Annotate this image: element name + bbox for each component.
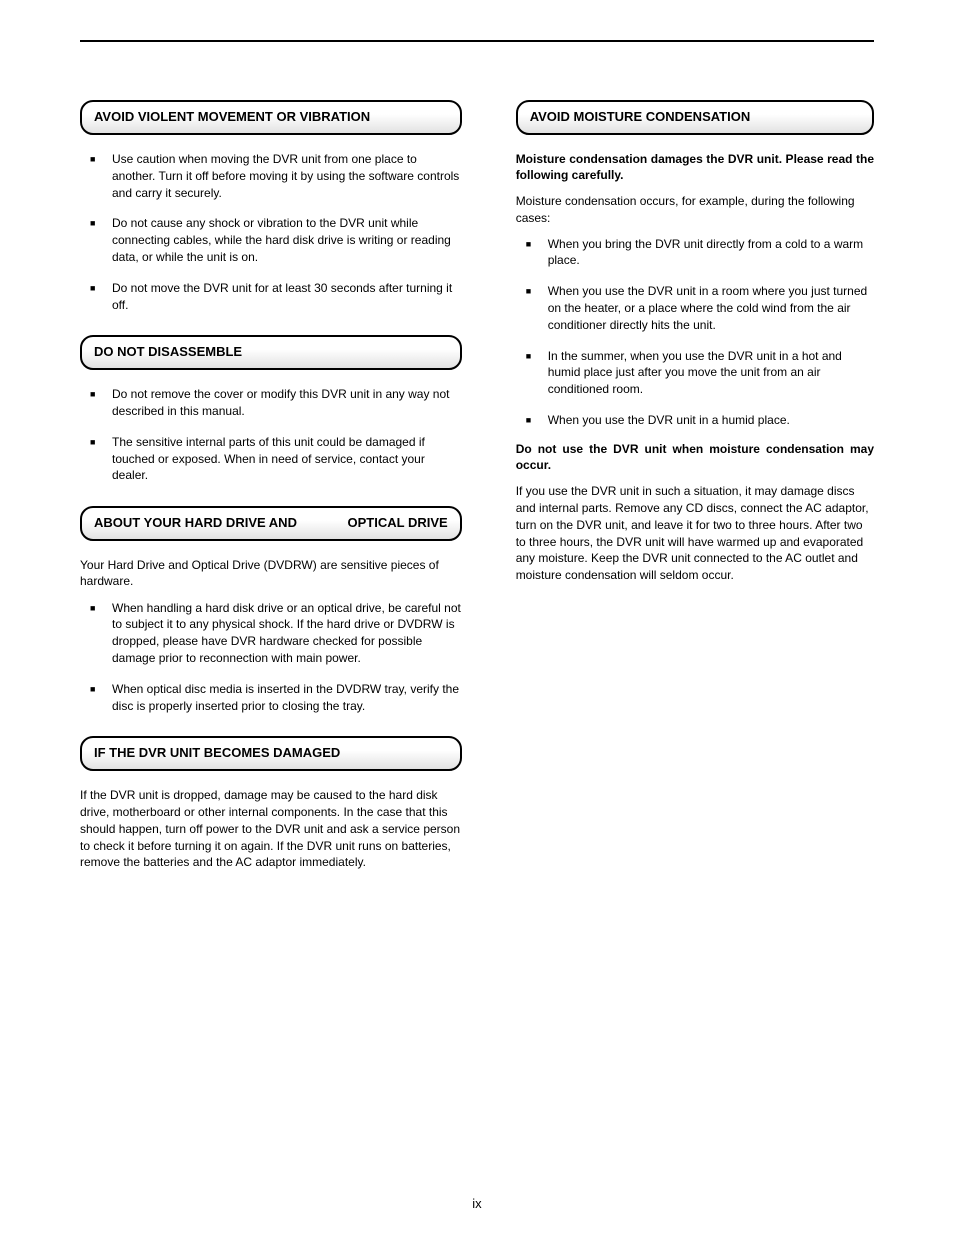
- list-item: Do not remove the cover or modify this D…: [90, 386, 462, 420]
- if-damaged-text: If the DVR unit is dropped, damage may b…: [80, 787, 462, 871]
- moisture-list: When you bring the DVR unit directly fro…: [516, 236, 874, 429]
- about-drive-list: When handling a hard disk drive or an op…: [80, 600, 462, 715]
- avoid-movement-list: Use caution when moving the DVR unit fro…: [80, 151, 462, 313]
- list-item: Do not move the DVR unit for at least 30…: [90, 280, 462, 314]
- list-item: When optical disc media is inserted in t…: [90, 681, 462, 715]
- left-column: AVOID VIOLENT MOVEMENT OR VIBRATION Use …: [80, 78, 462, 871]
- moisture-warn: Do not use the DVR unit when moisture co…: [516, 441, 874, 473]
- moisture-intro: Moisture condensation occurs, for exampl…: [516, 193, 874, 225]
- list-item: The sensitive internal parts of this uni…: [90, 434, 462, 484]
- list-item: When you use the DVR unit in a humid pla…: [526, 412, 874, 429]
- do-not-disassemble-header: DO NOT DISASSEMBLE: [80, 335, 462, 370]
- list-item: When you use the DVR unit in a room wher…: [526, 283, 874, 333]
- moisture-lead: Moisture condensation damages the DVR un…: [516, 151, 874, 183]
- moisture-follow: If you use the DVR unit in such a situat…: [516, 483, 874, 584]
- list-item: In the summer, when you use the DVR unit…: [526, 348, 874, 398]
- page-rule: [80, 40, 874, 42]
- list-item: Use caution when moving the DVR unit fro…: [90, 151, 462, 201]
- columns: AVOID VIOLENT MOVEMENT OR VIBRATION Use …: [80, 78, 874, 871]
- about-drive-intro: Your Hard Drive and Optical Drive (DVDRW…: [80, 557, 462, 589]
- avoid-movement-header: AVOID VIOLENT MOVEMENT OR VIBRATION: [80, 100, 462, 135]
- list-item: When handling a hard disk drive or an op…: [90, 600, 462, 667]
- do-not-disassemble-list: Do not remove the cover or modify this D…: [80, 386, 462, 484]
- list-item: When you bring the DVR unit directly fro…: [526, 236, 874, 270]
- moisture-header: AVOID MOISTURE CONDENSATION: [516, 100, 874, 135]
- about-drive-header: ABOUT YOUR HARD DRIVE AND OPTICAL DRIVE: [80, 506, 462, 541]
- if-damaged-header: IF THE DVR UNIT BECOMES DAMAGED: [80, 736, 462, 771]
- right-column: AVOID MOISTURE CONDENSATION Moisture con…: [516, 78, 874, 871]
- page-number: ix: [0, 1196, 954, 1211]
- list-item: Do not cause any shock or vibration to t…: [90, 215, 462, 265]
